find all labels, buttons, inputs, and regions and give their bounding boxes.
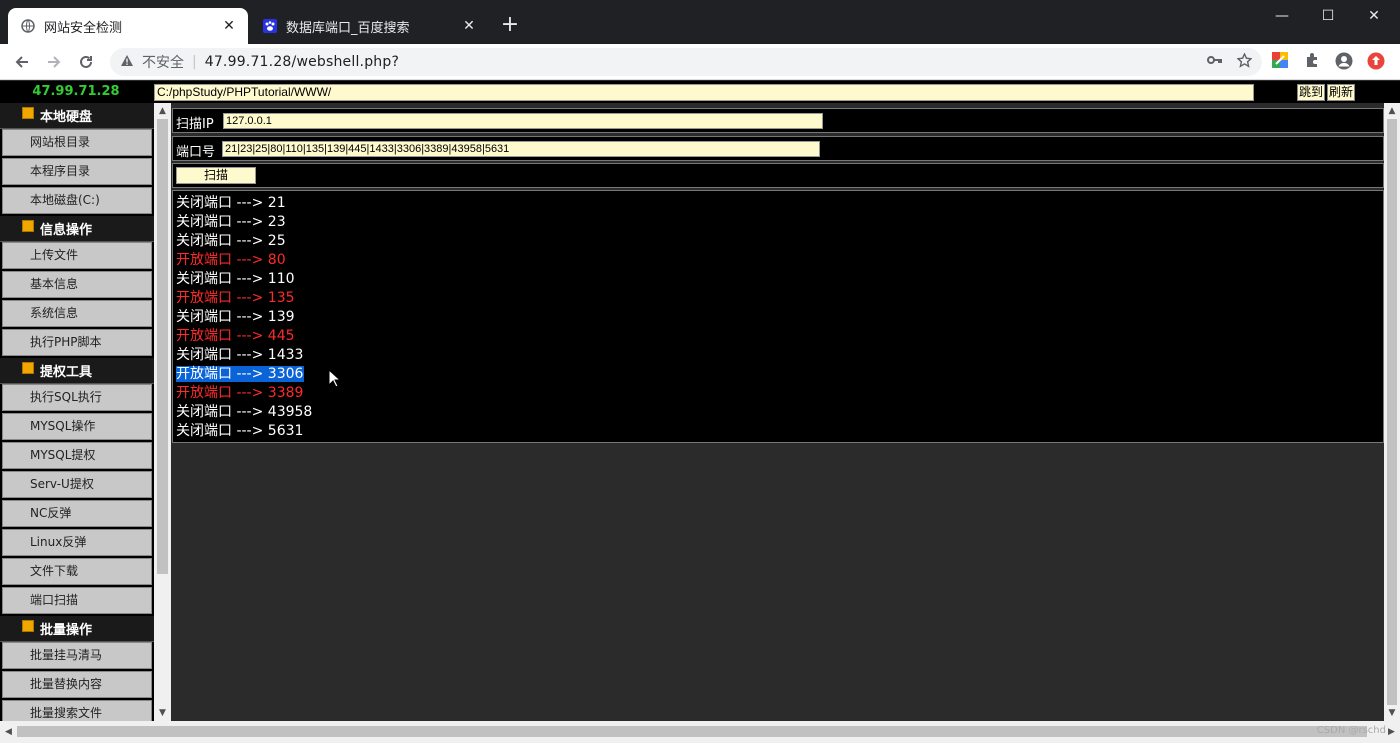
folder-icon (22, 619, 34, 632)
folder-icon (22, 219, 34, 232)
folder-icon (22, 361, 34, 374)
sidebar-item-file-download[interactable]: 文件下载 (2, 558, 152, 585)
result-line: 关闭端口 ---> 21 (176, 195, 286, 211)
globe-icon (20, 18, 36, 34)
new-tab-button[interactable]: + (498, 14, 522, 38)
reload-icon[interactable] (74, 50, 98, 74)
warning-icon (120, 54, 136, 71)
back-arrow-icon[interactable] (10, 50, 34, 74)
extensions-puzzle-icon[interactable] (1302, 52, 1322, 72)
scroll-down-arrow-icon[interactable]: ▼ (154, 705, 171, 721)
maximize-button[interactable]: ☐ (1308, 4, 1348, 28)
window-close-button[interactable]: ✕ (1354, 4, 1394, 28)
tab-close-icon[interactable]: ✕ (218, 18, 240, 34)
result-line-selected: 开放端口 ---> 3306 (176, 366, 305, 382)
port-list-input[interactable]: 21|23|25|80|110|135|139|445|1433|3306|33… (222, 141, 820, 157)
mouse-cursor-icon (328, 369, 342, 388)
horizontal-scrollbar[interactable]: ◀ ▶ CSDN @rschd (0, 721, 1400, 743)
sidebar-item-upload-file[interactable]: 上传文件 (2, 242, 152, 269)
result-line: 关闭端口 ---> 23 (176, 214, 286, 230)
sidebar-section-local-disk[interactable]: 本地硬盘 (0, 103, 154, 129)
sidebar-item-exec-sql[interactable]: 执行SQL执行 (2, 384, 152, 411)
minimize-button[interactable]: — (1262, 4, 1302, 28)
baidu-paw-icon (262, 18, 278, 34)
scan-results: 关闭端口 ---> 21 关闭端口 ---> 23 关闭端口 ---> 25 开… (172, 190, 1384, 443)
tab-close-icon[interactable]: ✕ (458, 18, 480, 34)
sidebar-item-batch-trojan[interactable]: 批量挂马清马 (2, 642, 152, 669)
sidebar-item-mysql-ops[interactable]: MYSQL操作 (2, 413, 152, 440)
jump-button[interactable]: 跳到 (1297, 84, 1325, 101)
address-separator: | (192, 54, 197, 70)
result-line: 开放端口 ---> 445 (176, 328, 295, 344)
result-line: 开放端口 ---> 80 (176, 252, 286, 268)
result-line: 开放端口 ---> 3389 (176, 385, 304, 401)
sidebar: 本地硬盘 网站根目录 本程序目录 本地磁盘(C:) 信息操作 上传文件 基本信息… (0, 103, 154, 743)
sidebar-item-basic-info[interactable]: 基本信息 (2, 271, 152, 298)
path-bar: 47.99.71.28 C:/phpStudy/PHPTutorial/WWW/… (0, 81, 1400, 103)
profile-avatar-icon[interactable] (1334, 52, 1354, 72)
forward-arrow-icon[interactable] (42, 50, 66, 74)
scroll-down-arrow-icon[interactable]: ▼ (1384, 705, 1400, 721)
sidebar-item-port-scan[interactable]: 端口扫描 (2, 587, 152, 614)
scrollbar-thumb[interactable] (1387, 119, 1397, 705)
sidebar-section-privilege-tools[interactable]: 提权工具 (0, 358, 154, 384)
tab-title: 数据库端口_百度搜索 (286, 20, 410, 36)
port-list-label: 端口号 (176, 145, 216, 160)
sidebar-item-local-disk-c[interactable]: 本地磁盘(C:) (2, 187, 152, 214)
key-icon[interactable] (1207, 53, 1223, 72)
main-scrollbar[interactable]: ▲ ▼ (1384, 103, 1400, 721)
scrollbar-thumb[interactable] (157, 119, 168, 574)
refresh-button[interactable]: 刷新 (1327, 84, 1355, 101)
tab-title: 网站安全检测 (44, 20, 123, 36)
path-input[interactable]: C:/phpStudy/PHPTutorial/WWW/ (154, 84, 1254, 101)
result-line: 关闭端口 ---> 5631 (176, 423, 304, 439)
sidebar-item-batch-replace[interactable]: 批量替换内容 (2, 671, 152, 698)
scroll-up-arrow-icon[interactable]: ▲ (154, 103, 171, 119)
sidebar-item-exec-php[interactable]: 执行PHP脚本 (2, 329, 152, 356)
tab-baidu-search[interactable]: 数据库端口_百度搜索 ✕ (250, 8, 488, 44)
result-line: 关闭端口 ---> 25 (176, 233, 286, 249)
scan-ip-row: 扫描IP 127.0.0.1 (172, 108, 1384, 133)
sidebar-item-servu-escalate[interactable]: Serv-U提权 (2, 471, 152, 498)
tab-website-security[interactable]: 网站安全检测 ✕ (8, 8, 248, 44)
result-line: 关闭端口 ---> 139 (176, 309, 295, 325)
sidebar-item-nc-reverse[interactable]: NC反弹 (2, 500, 152, 527)
result-line: 关闭端口 ---> 110 (176, 271, 295, 287)
result-line: 关闭端口 ---> 43958 (176, 404, 313, 420)
address-bar[interactable]: 不安全 | 47.99.71.28/webshell.php? (110, 48, 1262, 76)
sidebar-item-site-root[interactable]: 网站根目录 (2, 129, 152, 156)
update-arrow-icon[interactable] (1366, 52, 1386, 72)
scan-ip-input[interactable]: 127.0.0.1 (223, 113, 823, 129)
browser-tab-bar: 网站安全检测 ✕ 数据库端口_百度搜索 ✕ + — ☐ ✕ (0, 0, 1400, 44)
extension-colorful-icon[interactable] (1270, 52, 1290, 72)
port-scan-panel: 扫描IP 127.0.0.1 端口号 21|23|25|80|110|135|1… (172, 103, 1384, 721)
scroll-up-arrow-icon[interactable]: ▲ (1384, 103, 1400, 119)
scroll-left-arrow-icon[interactable]: ◀ (0, 724, 17, 740)
folder-icon (22, 106, 34, 119)
result-line: 开放端口 ---> 135 (176, 290, 295, 306)
bookmark-star-icon[interactable] (1236, 51, 1253, 72)
sidebar-item-program-dir[interactable]: 本程序目录 (2, 158, 152, 185)
url-text[interactable]: 47.99.71.28/webshell.php? (205, 54, 399, 70)
sidebar-section-batch-ops[interactable]: 批量操作 (0, 616, 154, 642)
watermark: CSDN @rschd (1316, 725, 1386, 736)
sidebar-scrollbar[interactable]: ▲ ▼ (154, 103, 171, 721)
server-ip-label: 47.99.71.28 (32, 84, 120, 99)
scrollbar-thumb[interactable] (17, 726, 1367, 737)
webshell-page: 47.99.71.28 C:/phpStudy/PHPTutorial/WWW/… (0, 81, 1400, 743)
sidebar-item-linux-reverse[interactable]: Linux反弹 (2, 529, 152, 556)
sidebar-item-mysql-escalate[interactable]: MYSQL提权 (2, 442, 152, 469)
port-list-row: 端口号 21|23|25|80|110|135|139|445|1433|330… (172, 136, 1384, 161)
not-secure-label[interactable]: 不安全 (142, 52, 184, 72)
sidebar-item-system-info[interactable]: 系统信息 (2, 300, 152, 327)
result-line: 关闭端口 ---> 1433 (176, 347, 304, 363)
sidebar-section-info-ops[interactable]: 信息操作 (0, 216, 154, 242)
scan-ip-label: 扫描IP (176, 117, 214, 132)
browser-toolbar: 不安全 | 47.99.71.28/webshell.php? (0, 44, 1400, 80)
scan-button[interactable]: 扫描 (176, 167, 256, 184)
scan-button-row: 扫描 (172, 163, 1384, 188)
